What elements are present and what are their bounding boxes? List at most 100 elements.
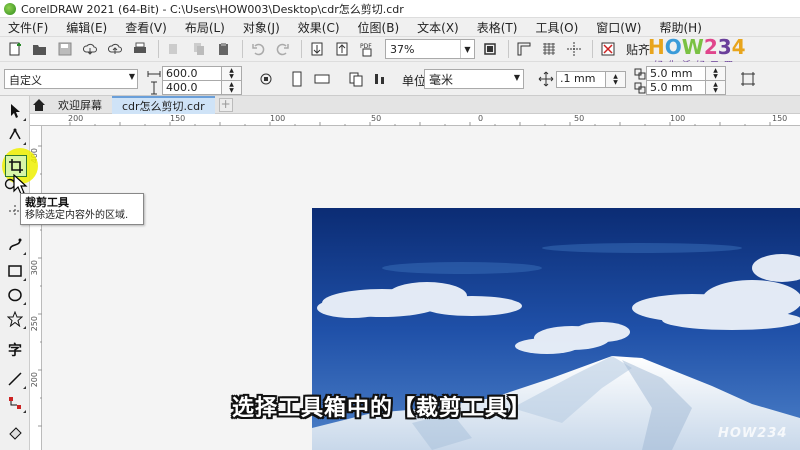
nudge-icon	[536, 69, 556, 89]
menu-view[interactable]: 查看(V)	[116, 19, 176, 36]
how234-watermark: HOW234	[718, 426, 788, 441]
ruler-tick-label: 200	[30, 372, 39, 388]
menu-text[interactable]: 文本(X)	[408, 19, 468, 36]
fill-tool-icon[interactable]	[3, 422, 27, 444]
guidelines-icon[interactable]	[563, 39, 585, 59]
ruler-tick-label: 0	[478, 114, 484, 123]
tab-welcome-screen[interactable]: 欢迎屏幕	[48, 96, 112, 114]
svg-text:HOW234: HOW234	[648, 36, 746, 59]
ruler-tick-label: 100	[270, 114, 286, 123]
dimension-tool-icon[interactable]	[3, 368, 27, 390]
ruler-tick-label: 300	[30, 260, 39, 276]
landscape-icon[interactable]	[312, 69, 332, 89]
menu-tools[interactable]: 工具(O)	[526, 19, 587, 36]
window-title: CorelDRAW 2021 (64-Bit) - C:\Users\HOW00…	[21, 2, 404, 16]
tab-document[interactable]: cdr怎么剪切.cdr	[112, 95, 215, 114]
duplicate-x-spinner[interactable]: ▲ ▼	[706, 66, 726, 81]
title-bar: CorelDRAW 2021 (64-Bit) - C:\Users\HOW00…	[0, 0, 800, 18]
menu-bar: 文件(F) 编辑(E) 查看(V) 布局(L) 对象(J) 效果(C) 位图(B…	[0, 18, 800, 36]
portrait-icon[interactable]	[287, 69, 307, 89]
cloud-download-icon[interactable]	[79, 39, 101, 59]
cloud-upload-icon[interactable]	[104, 39, 126, 59]
page-width-field[interactable]: 600.0 mm	[162, 66, 222, 93]
tooltip-description: 移除选定内容外的区域.	[25, 210, 129, 221]
document-tabs: 欢迎屏幕 cdr怎么剪切.cdr +	[30, 95, 800, 114]
nudge-distance-field[interactable]: .1 mm	[556, 71, 606, 88]
ruler-tick-label: 150	[772, 114, 788, 123]
menu-help[interactable]: 帮助(H)	[650, 19, 710, 36]
fullscreen-icon[interactable]	[479, 39, 501, 59]
ruler-tick-label: 50	[371, 114, 382, 123]
toolbar-separator	[158, 40, 159, 58]
menu-effects[interactable]: 效果(C)	[289, 19, 349, 36]
open-icon[interactable]	[29, 39, 51, 59]
ruler-tick-label: 150	[170, 114, 186, 123]
artistic-media-icon[interactable]	[3, 234, 27, 256]
current-page-icon[interactable]	[370, 69, 390, 89]
text-tool-icon[interactable]: 字	[3, 338, 27, 360]
chevron-down-icon[interactable]: ▼	[514, 73, 520, 82]
menu-file[interactable]: 文件(F)	[0, 19, 57, 36]
cut-icon[interactable]	[163, 39, 185, 59]
units-value: 毫米	[429, 73, 454, 87]
coreldraw-logo-icon	[4, 2, 16, 15]
menu-layout[interactable]: 布局(L)	[176, 19, 234, 36]
menu-window[interactable]: 窗口(W)	[587, 19, 650, 36]
height-spinner[interactable]: ▲ ▼	[222, 80, 242, 95]
toolbar-separator	[242, 40, 243, 58]
zoom-level-value: 37%	[390, 42, 415, 56]
polygon-tool-icon[interactable]	[3, 308, 27, 330]
ruler-tick-label: 50	[574, 114, 585, 123]
redo-icon[interactable]	[272, 39, 294, 59]
svg-text:字: 字	[8, 342, 22, 357]
all-pages-icon[interactable]	[346, 69, 366, 89]
connector-tool-icon[interactable]	[3, 392, 27, 414]
menu-bitmap[interactable]: 位图(B)	[349, 19, 409, 36]
duplicate-x-field[interactable]: 5.0 mm	[646, 66, 706, 81]
ruler-tick-label: 250	[30, 316, 39, 332]
page-orientation-icon[interactable]	[256, 69, 276, 89]
copy-icon[interactable]	[188, 39, 210, 59]
page-height-field[interactable]: 400.0 mm	[162, 80, 222, 107]
property-bar: 自定义 ▼ 600.0 mm ▲▼ 400.0 mm ▲▼ 单位: 毫米 ▼ .…	[0, 62, 800, 107]
home-icon[interactable]	[30, 96, 48, 114]
crop-tool-tooltip: 裁剪工具 移除选定内容外的区域.	[20, 193, 144, 225]
nudge-spinner[interactable]: ▲ ▼	[606, 71, 626, 88]
duplicate-y-field[interactable]: 5.0 mm	[646, 80, 706, 95]
import-icon[interactable]	[306, 39, 328, 59]
horizontal-ruler[interactable]: 200 150 100 50 0 50 100 150	[30, 114, 800, 126]
shape-tool-icon[interactable]	[3, 124, 27, 146]
paste-icon[interactable]	[213, 39, 235, 59]
pick-tool-icon[interactable]	[3, 100, 27, 122]
toolbar-separator	[592, 40, 593, 58]
grid-icon[interactable]	[538, 39, 560, 59]
tutorial-subtitle: 选择工具箱中的【裁剪工具】	[232, 396, 532, 421]
menu-edit[interactable]: 编辑(E)	[57, 19, 116, 36]
zoom-level-combo[interactable]: 37% ▼	[385, 39, 475, 59]
chevron-down-icon[interactable]: ▼	[129, 72, 135, 81]
ruler-tick-label: 100	[670, 114, 686, 123]
new-icon[interactable]	[4, 39, 26, 59]
chevron-down-icon[interactable]: ▼	[460, 40, 474, 58]
export-icon[interactable]	[331, 39, 353, 59]
duplicate-y-spinner[interactable]: ▲ ▼	[706, 80, 726, 95]
add-tab-button[interactable]: +	[218, 97, 233, 112]
print-icon[interactable]	[129, 39, 151, 59]
menu-object[interactable]: 对象(J)	[234, 19, 289, 36]
page-size-preset[interactable]: 自定义 ▼	[4, 69, 138, 89]
rulers-icon[interactable]	[513, 39, 535, 59]
undo-icon[interactable]	[247, 39, 269, 59]
menu-table[interactable]: 表格(T)	[468, 19, 527, 36]
width-spinner[interactable]: ▲ ▼	[222, 66, 242, 81]
toolbar-separator	[508, 40, 509, 58]
units-combo[interactable]: 毫米 ▼	[424, 69, 524, 89]
toolbar-separator	[301, 40, 302, 58]
page-frame-icon[interactable]	[738, 69, 758, 89]
rectangle-tool-icon[interactable]	[3, 260, 27, 282]
snap-icon[interactable]	[597, 39, 619, 59]
ruler-tick-label: 200	[68, 114, 84, 123]
save-icon[interactable]	[54, 39, 76, 59]
ellipse-tool-icon[interactable]	[3, 284, 27, 306]
snap-to-label[interactable]: 贴齐	[626, 41, 650, 58]
pdf-icon[interactable]: PDF	[356, 39, 378, 59]
